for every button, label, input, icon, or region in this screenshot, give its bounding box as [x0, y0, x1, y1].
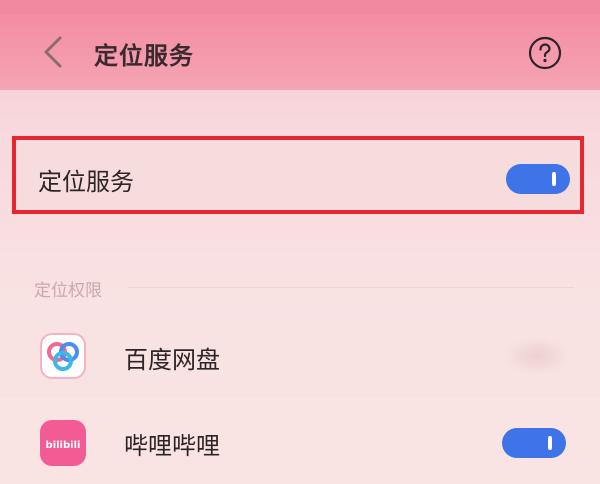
app-row-baidu-netdisk[interactable]: 百度网盘 — [0, 314, 600, 398]
help-button[interactable] — [527, 35, 563, 71]
top-app-bar: 定位服务 — [0, 14, 600, 90]
section-header-permissions: 定位权限 — [34, 281, 102, 301]
back-button[interactable] — [36, 32, 72, 72]
location-service-label: 定位服务 — [38, 168, 134, 196]
section-divider — [128, 287, 574, 288]
help-circle-icon — [528, 36, 562, 70]
blurred-control — [502, 336, 572, 376]
baidu-netdisk-icon — [40, 333, 86, 379]
toggle-on-indicator — [552, 172, 556, 186]
location-service-toggle[interactable] — [506, 164, 570, 194]
status-bar — [0, 0, 600, 14]
chevron-left-icon — [44, 36, 62, 68]
svg-text:bilibili: bilibili — [46, 440, 81, 451]
app-row-bilibili[interactable]: bilibili 哔哩哔哩 — [0, 400, 600, 484]
page-title: 定位服务 — [94, 42, 194, 70]
bilibili-icon: bilibili — [40, 420, 86, 466]
app-name: 百度网盘 — [124, 346, 220, 374]
bilibili-location-toggle[interactable] — [502, 428, 566, 458]
app-name: 哔哩哔哩 — [124, 432, 220, 460]
location-service-row[interactable]: 定位服务 — [12, 136, 584, 214]
